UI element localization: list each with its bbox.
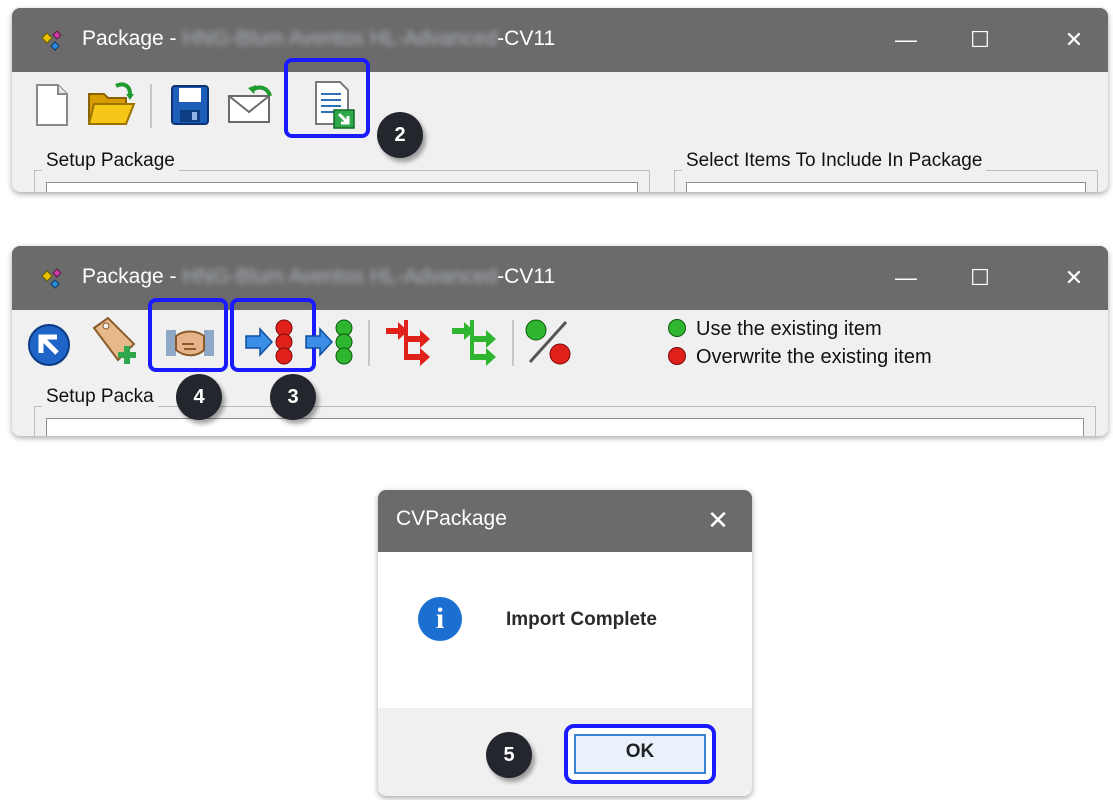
dialog-message: Import Complete	[506, 609, 657, 630]
toolbar-separator	[368, 320, 370, 366]
legend-use-existing: Use the existing item	[668, 318, 882, 341]
legend-use-existing-label: Use the existing item	[696, 318, 882, 340]
new-document-icon[interactable]	[32, 82, 72, 128]
import-complete-dialog: CVPackage ✕ i Import Complete 5 OK	[378, 490, 752, 796]
ok-button[interactable]: OK	[564, 724, 716, 784]
save-icon[interactable]	[170, 84, 210, 126]
dialog-close-button[interactable]: ✕	[698, 500, 738, 540]
maximize-button[interactable]: ☐	[960, 258, 1000, 298]
open-folder-icon[interactable]	[86, 80, 138, 128]
ok-button-label: OK	[574, 734, 706, 774]
select-items-label: Select Items To Include In Package	[682, 150, 987, 172]
title-suffix: -CV11	[497, 27, 556, 50]
green-branch-arrows-icon[interactable]	[448, 316, 502, 368]
title-package-name: HNG-Blum Aventos HL-Advanced	[182, 27, 498, 50]
import-use-existing-icon[interactable]	[304, 316, 356, 368]
title-bar[interactable]: Package - HNG-Blum Aventos HL-Advanced-C…	[12, 8, 1108, 72]
maximize-button[interactable]: ☐	[960, 20, 1000, 60]
setup-package-label: Setup Package	[42, 150, 179, 172]
red-branch-arrows-icon[interactable]	[382, 316, 436, 368]
step-badge-5: 5	[486, 732, 532, 778]
handshake-button-highlight	[148, 298, 228, 372]
title-suffix: -CV11	[497, 265, 556, 288]
app-icon	[41, 268, 62, 289]
email-icon[interactable]	[226, 82, 278, 126]
import-button-highlight	[284, 58, 370, 138]
red-dot-icon	[668, 347, 686, 365]
close-button[interactable]: ✕	[1054, 258, 1094, 298]
toolbar-separator	[150, 84, 152, 128]
step-badge-2: 2	[377, 112, 423, 158]
title-prefix: Package -	[82, 27, 183, 50]
dialog-body: i Import Complete	[378, 552, 752, 708]
package-window-import: Package - HNG-Blum Aventos HL-Advanced-C…	[12, 246, 1108, 436]
add-tag-icon[interactable]	[88, 314, 142, 370]
setup-package-tree[interactable]	[46, 182, 638, 192]
dialog-title-bar[interactable]: CVPackage ✕	[378, 490, 752, 552]
step-badge-3: 3	[270, 374, 316, 420]
app-icon	[41, 30, 62, 51]
package-window-export: Package - HNG-Blum Aventos HL-Advanced-C…	[12, 8, 1108, 192]
close-button[interactable]: ✕	[1054, 20, 1094, 60]
minimize-button[interactable]: —	[886, 20, 926, 60]
select-items-list[interactable]	[686, 182, 1086, 192]
toggle-all-icon[interactable]	[522, 316, 574, 368]
title-package-name: HNG-Blum Aventos HL-Advanced	[182, 265, 498, 288]
step-badge-4: 4	[176, 374, 222, 420]
window-title: Package - HNG-Blum Aventos HL-Advanced-C…	[82, 264, 555, 290]
title-prefix: Package -	[82, 265, 183, 288]
minimize-button[interactable]: —	[886, 258, 926, 298]
toolbar-separator	[512, 320, 514, 366]
setup-package-tree[interactable]	[46, 418, 1084, 436]
info-icon: i	[418, 597, 462, 641]
dialog-title: CVPackage	[396, 507, 507, 530]
legend-overwrite-label: Overwrite the existing item	[696, 346, 932, 368]
back-arrow-icon[interactable]	[26, 322, 72, 368]
window-title: Package - HNG-Blum Aventos HL-Advanced-C…	[82, 26, 555, 52]
green-dot-icon	[668, 319, 686, 337]
legend-overwrite: Overwrite the existing item	[668, 346, 932, 369]
setup-package-label: Setup Packa	[42, 386, 158, 408]
